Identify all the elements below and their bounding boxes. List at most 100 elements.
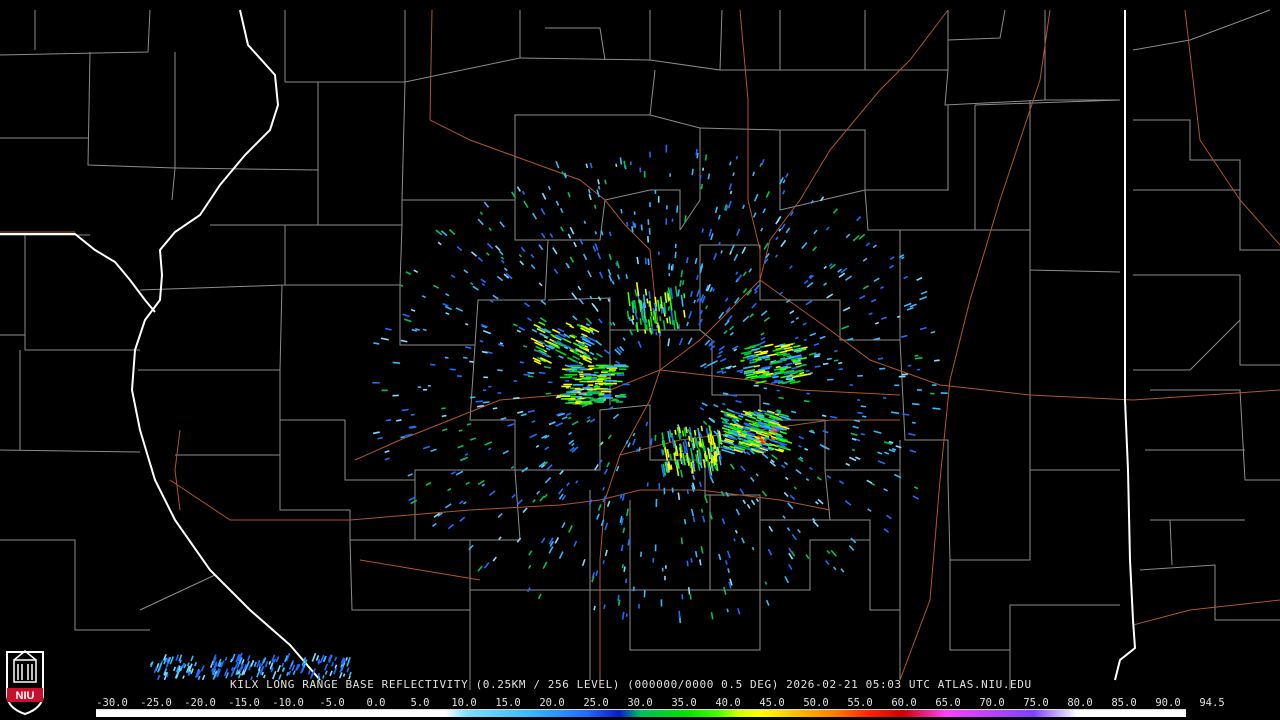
echo-pixel: [291, 664, 296, 672]
echo-pixel: [826, 293, 834, 299]
echo-pixel: [542, 561, 548, 570]
echo-pixel: [560, 226, 564, 232]
echo-pixel: [470, 251, 478, 257]
echo-pixel: [640, 224, 643, 231]
scale-label: 94.5: [1199, 697, 1225, 709]
echo-pixel: [502, 450, 509, 455]
echo-pixel: [710, 233, 714, 241]
echo-pixel: [638, 447, 641, 452]
echo-pixel: [678, 427, 682, 434]
echo-pixel: [589, 162, 593, 169]
echo-pixel: [608, 231, 612, 237]
echo-pixel: [873, 277, 880, 283]
echo-pixel: [718, 241, 721, 246]
echo-pixel: [317, 672, 321, 677]
echo-pixel: [872, 244, 877, 249]
echo-pixel: [789, 310, 795, 315]
echo-pixel: [510, 465, 515, 470]
echo-pixel: [757, 409, 763, 413]
echo-pixel: [615, 163, 618, 167]
echo-pixel: [692, 474, 696, 480]
echo-pixel: [608, 253, 612, 261]
echo-pixel: [902, 413, 910, 416]
scale-label: 70.0: [979, 697, 1005, 709]
echo-pixel: [774, 254, 779, 258]
scale-labels: -30.0 -25.0 -20.0 -15.0 -10.0 -5.0 0.0 5.0 10.0 1…: [92, 697, 1224, 709]
echo-pixel: [292, 670, 296, 676]
echo-pixel: [914, 354, 919, 357]
echo-pixel: [486, 242, 494, 250]
echo-pixel: [441, 428, 448, 432]
echo-pixel: [735, 155, 739, 160]
echo-pixel: [469, 282, 474, 286]
echo-pixel: [919, 295, 928, 301]
echo-pixel: [634, 289, 638, 297]
echo-pixel: [789, 265, 793, 270]
echo-pixel: [593, 357, 598, 361]
echo-pixel: [777, 412, 789, 418]
echo-pixel: [620, 544, 624, 552]
echo-pixel: [740, 359, 745, 362]
echo-pixel: [540, 208, 546, 216]
echo-pixel: [702, 420, 708, 426]
echo-pixel: [669, 453, 673, 461]
echo-pixel: [729, 325, 735, 331]
echo-pixel: [819, 335, 826, 340]
echo-pixel: [503, 267, 508, 272]
echo-pixel: [813, 342, 820, 346]
echo-pixel: [911, 402, 920, 406]
echo-pixel: [572, 315, 578, 321]
echo-pixel: [194, 662, 198, 667]
echo-pixel: [666, 317, 669, 324]
echo-pixel: [373, 342, 380, 345]
echo-pixel: [516, 499, 523, 506]
echo-pixel: [480, 278, 487, 284]
echo-pixel: [862, 415, 867, 418]
echo-pixel: [578, 361, 584, 366]
echo-pixel: [800, 363, 807, 367]
echo-pixel: [822, 430, 829, 434]
echo-pixel: [772, 428, 777, 431]
echo-pixel: [483, 562, 490, 569]
echo-pixel: [385, 418, 392, 422]
echo-pixel: [688, 435, 691, 441]
echo-pixel: [790, 320, 795, 324]
echo-pixel: [633, 299, 637, 314]
echo-pixel: [739, 371, 743, 374]
echo-pixel: [592, 245, 597, 252]
echo-pixel: [825, 559, 830, 565]
echo-pixel: [684, 215, 687, 223]
echo-pixel: [499, 342, 504, 345]
echo-pixel: [531, 328, 538, 333]
echo-pixel: [498, 536, 502, 541]
echo-pixel: [688, 310, 693, 319]
echo-pixel: [220, 660, 225, 668]
echo-pixel: [761, 158, 765, 166]
echo-pixel: [791, 366, 799, 370]
echo-pixel: [488, 490, 496, 496]
echo-pixel: [673, 310, 678, 323]
echo-pixel: [679, 469, 684, 478]
echo-pixel: [603, 349, 611, 355]
echo-pixel: [778, 291, 783, 296]
echo-pixel: [173, 666, 177, 672]
echo-pixel: [709, 444, 713, 453]
echo-pixel: [523, 302, 531, 308]
echo-pixel: [845, 275, 853, 281]
echo-pixel: [689, 290, 694, 297]
echo-pixel: [873, 430, 882, 434]
echo-pixel: [497, 369, 503, 372]
echo-pixel: [442, 302, 449, 307]
reflectivity-colorbar: [96, 709, 1186, 717]
scale-label: -25.0: [140, 697, 172, 709]
echo-pixel: [755, 473, 759, 477]
echo-pixel: [724, 560, 728, 565]
echo-pixel: [561, 494, 567, 501]
echo-pixel: [780, 368, 787, 371]
echo-pixel: [585, 163, 589, 169]
echo-pixel: [852, 234, 860, 242]
echo-pixel: [889, 256, 895, 261]
echo-pixel: [678, 324, 681, 329]
scale-label: -20.0: [184, 697, 216, 709]
echo-pixel: [694, 551, 698, 558]
